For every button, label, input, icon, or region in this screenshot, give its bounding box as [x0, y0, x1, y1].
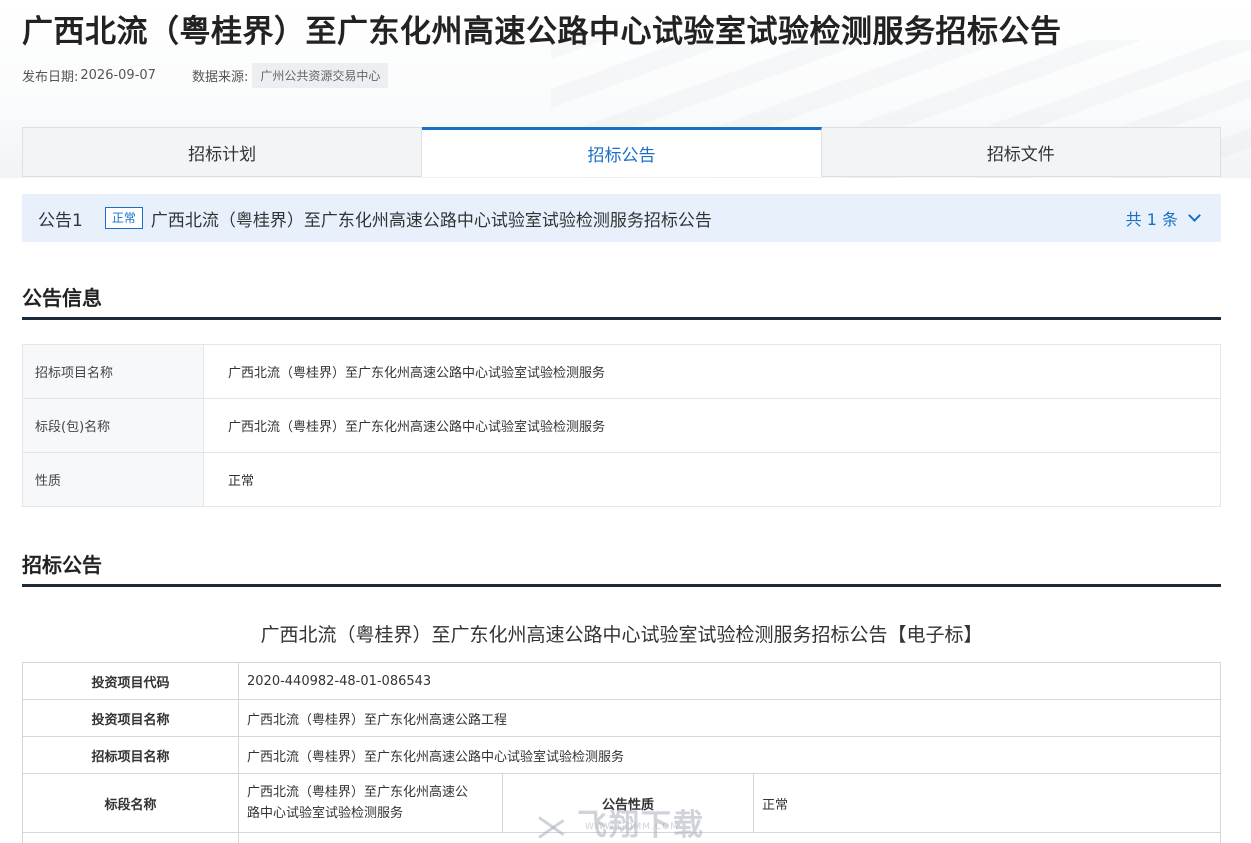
info-value: 正常 — [203, 452, 1221, 507]
notice-detail-table: 投资项目代码 2020-440982-48-01-086543 投资项目名称 广… — [22, 662, 1221, 843]
detail-value — [238, 832, 1221, 843]
detail-key: 招标项目名称 — [22, 736, 239, 774]
table-row — [22, 832, 1221, 843]
table-row: 投资项目代码 2020-440982-48-01-086543 — [22, 662, 1221, 700]
tab-bidding-documents[interactable]: 招标文件 — [821, 127, 1221, 177]
publish-date-value: 2026-09-07 — [80, 68, 156, 83]
detail-key: 投资项目名称 — [22, 699, 239, 737]
notice-count-dropdown[interactable]: 共 1 条 — [1125, 194, 1201, 242]
table-row: 标段(包)名称 广西北流（粤桂界）至广东化州高速公路中心试验室试验检测服务 — [22, 398, 1221, 453]
chevron-down-icon — [1188, 208, 1201, 222]
tab-bidding-plan[interactable]: 招标计划 — [22, 127, 423, 177]
section-header-notice: 招标公告 — [22, 550, 1221, 587]
info-value: 广西北流（粤桂界）至广东化州高速公路中心试验室试验检测服务 — [203, 344, 1221, 399]
detail-value-line: 路中心试验室试验检测服务 — [247, 806, 404, 821]
table-row: 投资项目名称 广西北流（粤桂界）至广东化州高速公路工程 — [22, 699, 1221, 737]
notice-selector[interactable]: 公告1 正常 广西北流（粤桂界）至广东化州高速公路中心试验室试验检测服务招标公告… — [22, 194, 1221, 242]
document-title: 广西北流（粤桂界）至广东化州高速公路中心试验室试验检测服务招标公告【电子标】 — [260, 624, 983, 646]
data-source-label: 数据来源: — [191, 70, 249, 85]
publish-date-label: 发布日期: — [22, 70, 79, 85]
publish-meta: 发布日期: 2026-09-07 数据来源: 广州公共资源交易中心 — [22, 63, 389, 88]
detail-key: 标段名称 — [22, 773, 239, 833]
notice-info-table: 招标项目名称 广西北流（粤桂界）至广东化州高速公路中心试验室试验检测服务 标段(… — [22, 344, 1221, 507]
detail-key: 投资项目代码 — [22, 662, 239, 700]
notice-count-label: 共 1 条 — [1125, 210, 1178, 229]
tab-bar: 招标计划 招标公告 招标文件 — [22, 127, 1221, 177]
status-badge: 正常 — [104, 207, 143, 229]
detail-value: 广西北流（粤桂界）至广东化州高速公路工程 — [238, 699, 1221, 737]
detail-value: 广西北流（粤桂界）至广东化州高速公 路中心试验室试验检测服务 — [238, 773, 503, 833]
section-header-info: 公告信息 — [22, 283, 1221, 320]
data-source-tag[interactable]: 广州公共资源交易中心 — [252, 63, 389, 88]
info-value: 广西北流（粤桂界）至广东化州高速公路中心试验室试验检测服务 — [203, 398, 1221, 453]
section-title-info: 公告信息 — [22, 286, 102, 310]
detail-key: 公告性质 — [502, 773, 754, 833]
page-title: 广西北流（粤桂界）至广东化州高速公路中心试验室试验检测服务招标公告 — [22, 14, 1062, 50]
notice-title: 广西北流（粤桂界）至广东化州高速公路中心试验室试验检测服务招标公告 — [150, 210, 712, 231]
detail-value: 2020-440982-48-01-086543 — [238, 662, 1221, 700]
table-row: 招标项目名称 广西北流（粤桂界）至广东化州高速公路中心试验室试验检测服务 — [22, 344, 1221, 399]
notice-number: 公告1 — [38, 210, 83, 231]
detail-key — [22, 832, 239, 843]
table-row: 招标项目名称 广西北流（粤桂界）至广东化州高速公路中心试验室试验检测服务 — [22, 736, 1221, 774]
info-key: 性质 — [22, 452, 204, 507]
section-title-notice: 招标公告 — [22, 553, 102, 577]
detail-value: 广西北流（粤桂界）至广东化州高速公路中心试验室试验检测服务 — [238, 736, 1221, 774]
page: 广西北流（粤桂界）至广东化州高速公路中心试验室试验检测服务招标公告 发布日期: … — [0, 0, 1251, 843]
table-row: 性质 正常 — [22, 452, 1221, 507]
detail-value: 正常 — [753, 773, 1221, 833]
tab-bidding-notice[interactable]: 招标公告 — [422, 127, 822, 177]
detail-value-line: 广西北流（粤桂界）至广东化州高速公 — [247, 785, 469, 800]
info-key: 招标项目名称 — [22, 344, 204, 399]
table-row: 标段名称 广西北流（粤桂界）至广东化州高速公 路中心试验室试验检测服务 公告性质… — [22, 773, 1221, 833]
info-key: 标段(包)名称 — [22, 398, 204, 453]
